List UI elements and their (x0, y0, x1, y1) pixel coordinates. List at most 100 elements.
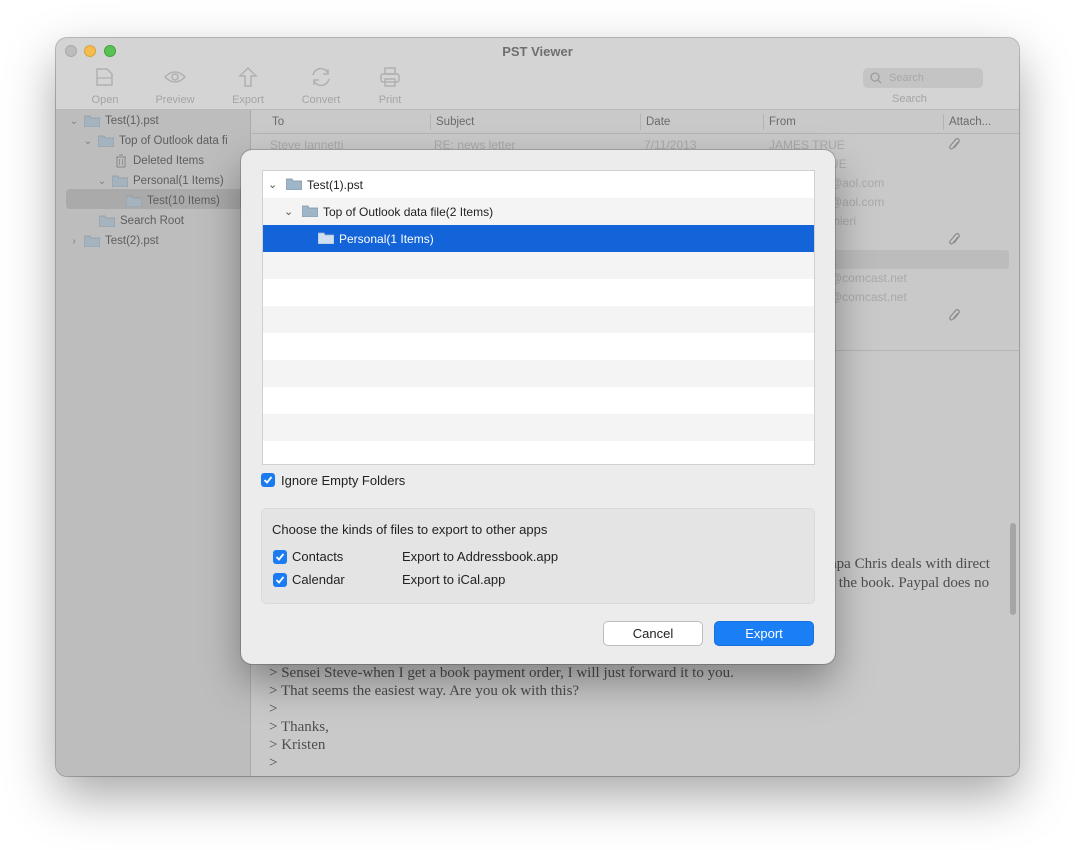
sidebar-item-label: Test(2).pst (105, 235, 159, 247)
column-separator (640, 114, 641, 130)
print-button[interactable]: Print (360, 66, 420, 106)
sidebar-item-test2-pst[interactable]: › Test(2).pst (68, 231, 159, 251)
export-button[interactable]: Export (714, 621, 814, 646)
tree-empty-row (263, 306, 814, 333)
sidebar-item-label: Search Root (120, 215, 184, 227)
preview-fragment: r the book. Paypal does no (830, 575, 990, 591)
tree-empty-row (263, 441, 814, 464)
checkbox-checked-icon (275, 553, 285, 561)
folder-icon (126, 195, 142, 207)
cell-from: @aol.com (830, 176, 885, 190)
column-header-from[interactable]: From (769, 116, 796, 128)
chevron-right-icon[interactable]: › (68, 236, 80, 247)
preview-fragment: apa Chris deals with direct (830, 556, 990, 572)
sidebar-item-search-root[interactable]: Search Root (95, 211, 184, 231)
tree-row-label: Top of Outlook data file(2 Items) (323, 205, 494, 219)
chevron-down-icon[interactable]: ⌄ (268, 178, 277, 191)
column-separator (430, 114, 431, 130)
preview-scrollbar[interactable] (1010, 523, 1016, 615)
column-separator (943, 114, 944, 130)
export-apps-group: Choose the kinds of files to export to o… (261, 508, 815, 604)
window-title: PST Viewer (502, 44, 573, 59)
tree-row-label: Test(1).pst (307, 178, 364, 192)
paperclip-icon (949, 309, 960, 321)
tree-empty-row (263, 387, 814, 414)
sidebar-item-test1-pst[interactable]: ⌄ Test(1).pst (68, 111, 159, 131)
contacts-checkbox[interactable] (273, 550, 287, 564)
export-icon (238, 66, 258, 87)
search-placeholder: Search (889, 72, 924, 84)
folder-icon (302, 205, 318, 217)
checkbox-checked-icon (275, 576, 285, 584)
cell-from: @comcast.net (830, 271, 907, 285)
preview-line: > (269, 755, 278, 771)
sidebar-item-label: Deleted Items (133, 155, 204, 167)
folder-icon (99, 215, 115, 227)
column-header-date[interactable]: Date (646, 116, 670, 128)
ignore-empty-folders-label: Ignore Empty Folders (281, 473, 406, 488)
export-toolbar-button[interactable]: Export (218, 66, 278, 106)
column-header-to[interactable]: To (272, 116, 284, 128)
tree-empty-row (263, 333, 814, 360)
paperclip-icon (949, 138, 960, 150)
trash-icon (116, 154, 126, 168)
titlebar: PST Viewer Open Preview Export Convert P… (56, 38, 1019, 110)
preview-label: Preview (155, 94, 195, 106)
cell-from: @aol.com (830, 195, 885, 209)
sidebar-item-label: Test(10 Items) (147, 195, 220, 207)
sidebar-item-deleted-items[interactable]: Deleted Items (110, 151, 204, 171)
folder-icon (112, 175, 128, 187)
export-dialog: ⌄ Test(1).pst ⌄ Top of Outlook data file… (241, 150, 835, 664)
calendar-label: Calendar (292, 572, 345, 587)
folder-icon (286, 178, 302, 190)
sidebar-item-label: Personal(1 Items) (133, 175, 224, 187)
cell-from: @comcast.net (830, 290, 907, 304)
sidebar-item-test10[interactable]: Test(10 Items) (122, 191, 220, 211)
sidebar-item-personal[interactable]: ⌄ Personal(1 Items) (96, 171, 224, 191)
chevron-down-icon[interactable]: ⌄ (96, 176, 108, 187)
print-icon (380, 67, 400, 87)
search-input[interactable]: Search (863, 68, 983, 88)
folder-icon (318, 232, 334, 244)
sidebar-item-label: Test(1).pst (105, 115, 159, 127)
preview-line: > Sensei Steve-when I get a book payment… (269, 665, 734, 681)
calendar-target-label: Export to iCal.app (402, 572, 506, 587)
export-apps-heading: Choose the kinds of files to export to o… (272, 522, 548, 537)
search-icon (870, 72, 882, 84)
contacts-label: Contacts (292, 549, 344, 564)
open-icon (96, 68, 113, 86)
print-label: Print (378, 94, 402, 106)
column-header-attachments[interactable]: Attach... (949, 116, 991, 128)
folder-icon (84, 115, 100, 127)
chevron-down-icon[interactable]: ⌄ (82, 136, 94, 147)
mail-list-header: To Subject Date From Attach... (252, 110, 1019, 134)
preview-line: > Kristen (269, 737, 326, 753)
preview-button[interactable]: Preview (145, 66, 205, 106)
tree-row-test1-pst[interactable]: ⌄ Test(1).pst (263, 171, 814, 198)
paperclip-icon (949, 233, 960, 245)
convert-icon (312, 67, 330, 87)
open-label: Open (91, 94, 119, 106)
contacts-target-label: Export to Addressbook.app (402, 549, 559, 564)
sidebar-item-top-of-outlook[interactable]: ⌄ Top of Outlook data fi (82, 131, 228, 151)
folder-icon (98, 135, 114, 147)
tree-row-top-of-outlook[interactable]: ⌄ Top of Outlook data file(2 Items) (263, 198, 814, 225)
chevron-down-icon[interactable]: ⌄ (284, 205, 293, 218)
search-label: Search (892, 93, 927, 105)
ignore-empty-folders-checkbox[interactable] (261, 473, 275, 487)
tree-row-personal[interactable]: Personal(1 Items) (263, 225, 814, 252)
export-toolbar-label: Export (232, 94, 264, 106)
tree-empty-row (263, 252, 814, 279)
open-button[interactable]: Open (75, 66, 135, 106)
export-folder-tree: ⌄ Test(1).pst ⌄ Top of Outlook data file… (262, 170, 815, 465)
tree-empty-row (263, 414, 814, 441)
folder-sidebar: ⌄ Test(1).pst ⌄ Top of Outlook data fi D… (56, 110, 251, 776)
tree-row-label: Personal(1 Items) (339, 232, 434, 246)
convert-button[interactable]: Convert (291, 66, 351, 106)
convert-label: Convert (301, 94, 341, 106)
chevron-down-icon[interactable]: ⌄ (68, 116, 80, 127)
calendar-checkbox[interactable] (273, 573, 287, 587)
cancel-button[interactable]: Cancel (603, 621, 703, 646)
column-header-subject[interactable]: Subject (436, 116, 474, 128)
column-separator (763, 114, 764, 130)
